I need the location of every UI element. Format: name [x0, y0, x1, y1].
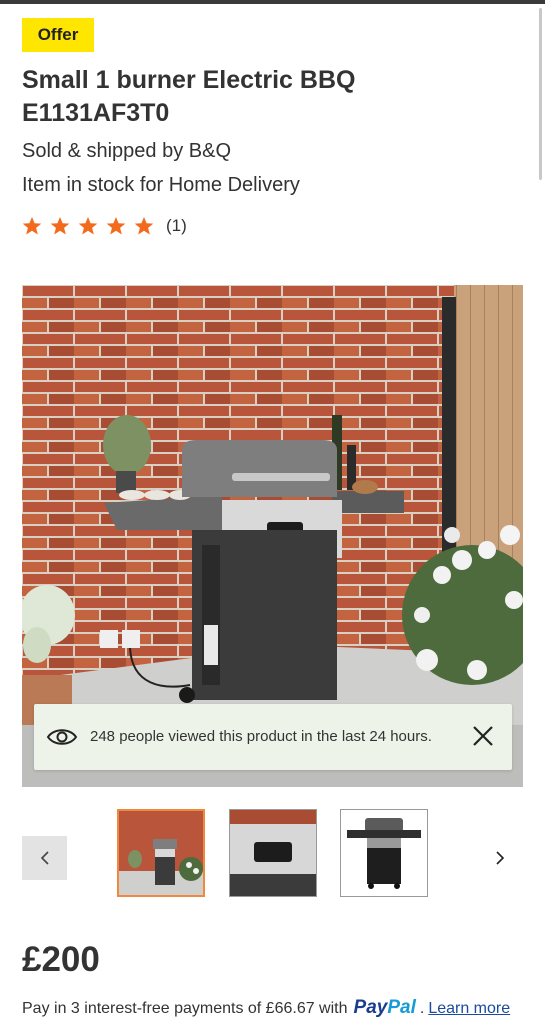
- learn-more-link[interactable]: Learn more: [428, 1000, 510, 1018]
- gallery-thumbnail-1[interactable]: [117, 809, 205, 897]
- product-title: Small 1 burner Electric BBQ E1131AF3T0: [22, 66, 356, 127]
- payment-info: Pay in 3 interest-free payments of £66.6…: [22, 997, 510, 1019]
- views-text: 248 people viewed this product in the la…: [90, 728, 432, 745]
- chevron-left-icon: [40, 851, 49, 865]
- chevron-right-icon: [496, 851, 505, 865]
- star-icon: [78, 216, 98, 236]
- star-icon: [22, 216, 42, 236]
- views-notification: 248 people viewed this product in the la…: [34, 704, 512, 770]
- payment-dot: .: [419, 1000, 425, 1017]
- product-price: £200: [22, 940, 100, 979]
- gallery-thumbnail-3[interactable]: [340, 809, 428, 897]
- paypal-logo: PayPal: [354, 997, 416, 1019]
- rating[interactable]: (1): [22, 216, 187, 236]
- close-icon[interactable]: [470, 723, 496, 749]
- top-border: [0, 0, 545, 4]
- star-icon: [50, 216, 70, 236]
- gallery-prev-button[interactable]: [22, 836, 67, 880]
- review-count[interactable]: (1): [166, 216, 187, 236]
- paypal-logo-pal: Pal: [387, 997, 416, 1018]
- gallery-next-button[interactable]: [485, 836, 515, 880]
- offer-badge: Offer: [22, 18, 94, 52]
- gallery-thumbnail-2[interactable]: [229, 809, 317, 897]
- stock-status: Item in stock for Home Delivery: [22, 174, 300, 196]
- star-icon: [134, 216, 154, 236]
- eye-icon: [46, 729, 78, 745]
- seller-info: Sold & shipped by B&Q: [22, 140, 232, 162]
- page-scrollbar[interactable]: [539, 8, 542, 180]
- star-icon: [106, 216, 126, 236]
- payment-text: Pay in 3 interest-free payments of £66.6…: [22, 1000, 348, 1017]
- paypal-logo-pay: Pay: [353, 997, 388, 1018]
